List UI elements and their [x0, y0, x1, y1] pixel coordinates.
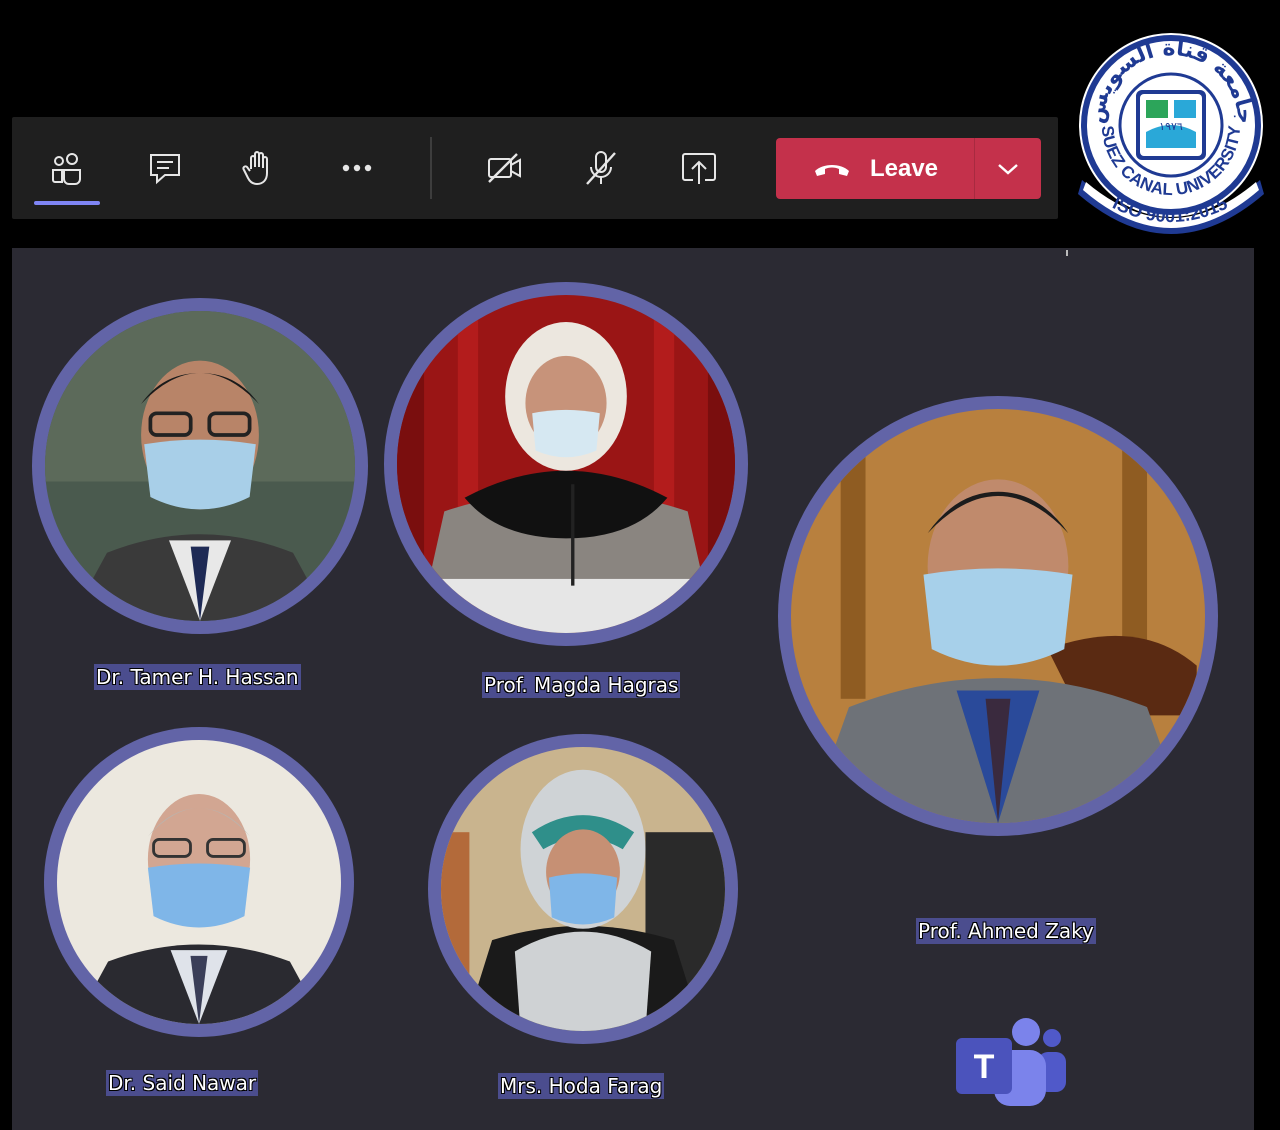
- active-tab-indicator: [34, 201, 100, 205]
- participant-photo: [441, 747, 725, 1031]
- mic-button[interactable]: [566, 117, 636, 219]
- teams-logo-letter: T: [974, 1048, 995, 1086]
- avatar: [45, 311, 355, 621]
- toolbar-divider: [430, 137, 432, 199]
- more-options-button[interactable]: [322, 117, 392, 219]
- more-icon: [342, 164, 372, 172]
- chat-button[interactable]: [130, 117, 200, 219]
- chevron-down-icon: [998, 163, 1018, 175]
- chat-icon: [150, 154, 180, 185]
- participant-tile-said[interactable]: [44, 727, 354, 1037]
- share-icon: [682, 153, 716, 184]
- avatar: [441, 747, 725, 1031]
- participant-photo: [791, 409, 1205, 823]
- participant-name: Prof. Ahmed Zaky: [916, 918, 1096, 944]
- participant-photo: [397, 295, 735, 633]
- raise-hand-button[interactable]: [224, 117, 294, 219]
- participant-name: Dr. Said Nawar: [106, 1070, 259, 1096]
- participant-photo: [45, 311, 355, 621]
- participant-tile-hoda[interactable]: [428, 734, 738, 1044]
- participant-tile-ahmed[interactable]: [778, 396, 1218, 836]
- participant-tile-magda[interactable]: [384, 282, 748, 646]
- share-button[interactable]: [664, 117, 734, 219]
- camera-button[interactable]: [470, 117, 540, 219]
- avatar: [57, 740, 341, 1024]
- leave-main[interactable]: Leave: [776, 138, 974, 199]
- teams-logo: T: [952, 1016, 1068, 1106]
- avatar: [791, 409, 1205, 823]
- participant-name: Prof. Magda Hagras: [482, 672, 681, 698]
- camera-off-icon: [488, 153, 521, 183]
- leave-label: Leave: [869, 154, 939, 182]
- participant-photo: [57, 740, 341, 1024]
- people-icon: [52, 153, 81, 185]
- participant-name: Dr. Tamer H. Hassan: [94, 664, 301, 690]
- avatar: [397, 295, 735, 633]
- mic-off-icon: [586, 151, 616, 185]
- participant-tile-tamer[interactable]: [32, 298, 368, 634]
- participant-name: Mrs. Hoda Farag: [498, 1073, 665, 1099]
- logo-year: ١٩٧٦: [1159, 120, 1183, 133]
- leave-options-button[interactable]: [975, 138, 1041, 199]
- meeting-toolbar: Leave: [12, 117, 1058, 219]
- leave-button[interactable]: Leave: [776, 138, 1041, 199]
- stage-marker: [1066, 250, 1068, 256]
- phone-hangup-icon: [814, 164, 849, 176]
- hand-icon: [242, 151, 268, 185]
- university-logo: جامعة قناة السويس SUEZ CANAL UNIVERSITY …: [1076, 22, 1266, 242]
